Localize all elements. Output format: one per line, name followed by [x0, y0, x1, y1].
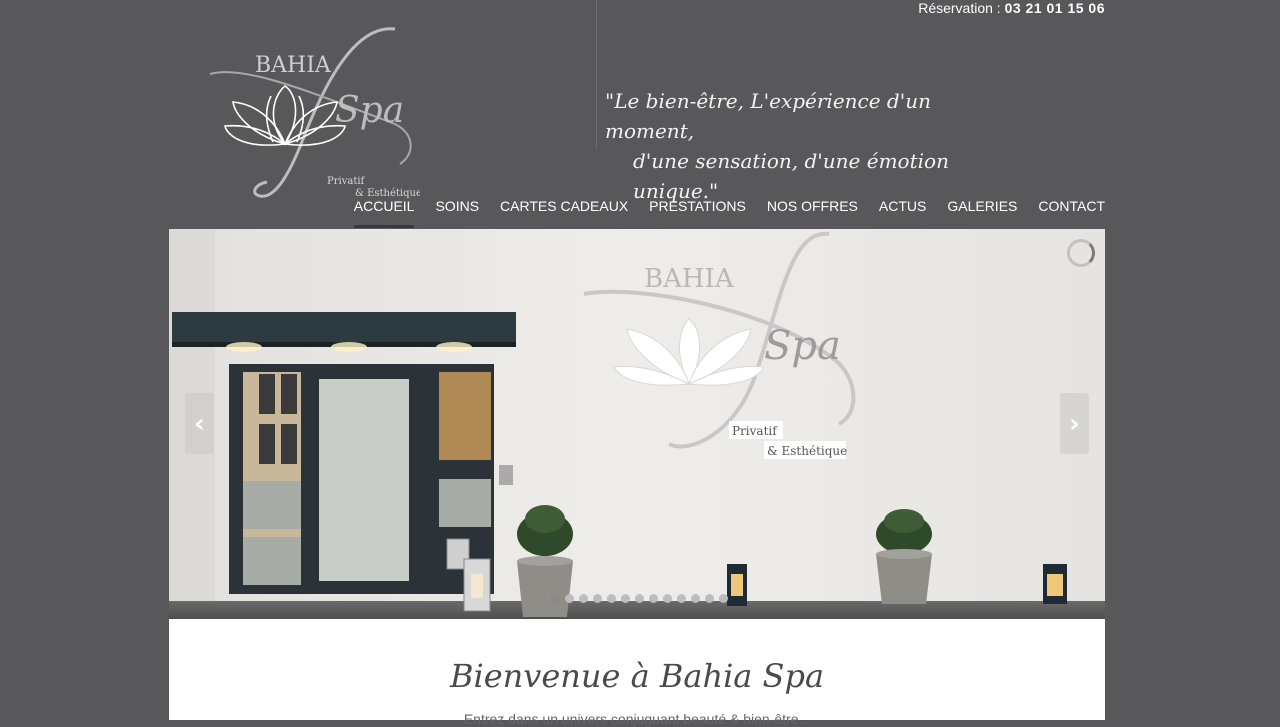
nav-item-nos-offres[interactable]: NOS OFFRES	[746, 198, 858, 228]
tagline: "Le bien-être, L'expérience d'un moment,…	[605, 86, 1005, 206]
nav-item-soins[interactable]: SOINS	[414, 198, 479, 228]
reservation-label: Réservation :	[918, 0, 1005, 16]
header-divider	[596, 0, 597, 148]
slider-dot[interactable]	[677, 594, 686, 603]
slider-dot[interactable]	[607, 594, 616, 603]
slider-dot[interactable]	[551, 594, 560, 603]
sign-script: Spa	[764, 323, 841, 369]
logo-brand: BAHIA	[255, 53, 332, 78]
nav-item-cartes-cadeaux[interactable]: CARTES CADEAUX	[479, 198, 628, 228]
sign-sub1: Privatif	[732, 424, 778, 438]
sign-sub2: & Esthétique	[767, 444, 847, 458]
sign-brand: BAHIA	[644, 264, 735, 294]
slider-prev-button[interactable]: ‹	[185, 393, 214, 454]
slider-dot[interactable]	[705, 594, 714, 603]
reservation-phone[interactable]: 03 21 01 15 06	[1005, 0, 1105, 16]
logo-script: Spa	[335, 90, 404, 131]
slide-image: BAHIA Spa Privatif & Esthétique	[169, 229, 1105, 619]
nav-item-actus[interactable]: ACTUS	[858, 198, 926, 228]
reservation-info: Réservation : 03 21 01 15 06	[918, 0, 1105, 16]
tagline-line2: d'une sensation, d'une émotion unique."	[633, 149, 949, 203]
slider-dot[interactable]	[593, 594, 602, 603]
loading-spinner-icon	[1067, 239, 1095, 267]
slider-dot[interactable]	[719, 594, 728, 603]
nav-item-prestations[interactable]: PRESTATIONS	[628, 198, 746, 228]
main-navigation: ACCUEIL SOINS CARTES CADEAUX PRESTATIONS…	[333, 198, 1105, 228]
nav-item-galeries[interactable]: GALERIES	[926, 198, 1017, 228]
slider-dot[interactable]	[635, 594, 644, 603]
slider-dot[interactable]	[663, 594, 672, 603]
site-logo[interactable]: BAHIA Spa Privatif & Esthétique	[205, 24, 422, 204]
welcome-title: Bienvenue à Bahia Spa	[449, 657, 825, 695]
slider-dot[interactable]	[621, 594, 630, 603]
chevron-left-icon: ‹	[194, 408, 205, 439]
slider-dot[interactable]	[579, 594, 588, 603]
slider-dot[interactable]	[649, 594, 658, 603]
intro-text: Entrez dans un univers conjuguant beauté…	[463, 711, 811, 727]
slider-next-button[interactable]: ›	[1060, 393, 1089, 454]
logo-sub1: Privatif	[327, 176, 366, 187]
lotus-logo-icon: BAHIA Spa Privatif & Esthétique	[209, 27, 422, 199]
main-content: Bienvenue à Bahia Spa Entrez dans un uni…	[169, 619, 1105, 727]
slider-dot[interactable]	[565, 594, 574, 603]
nav-item-contact[interactable]: CONTACT	[1017, 198, 1105, 228]
slider-dot[interactable]	[691, 594, 700, 603]
tagline-line1: "Le bien-être, L'expérience d'un moment,	[605, 89, 931, 143]
nav-item-accueil[interactable]: ACCUEIL	[333, 198, 414, 228]
hero-slider[interactable]: BAHIA Spa Privatif & Esthétique ‹ ›	[169, 229, 1105, 619]
chevron-right-icon: ›	[1069, 408, 1080, 439]
slider-pagination	[551, 594, 728, 603]
